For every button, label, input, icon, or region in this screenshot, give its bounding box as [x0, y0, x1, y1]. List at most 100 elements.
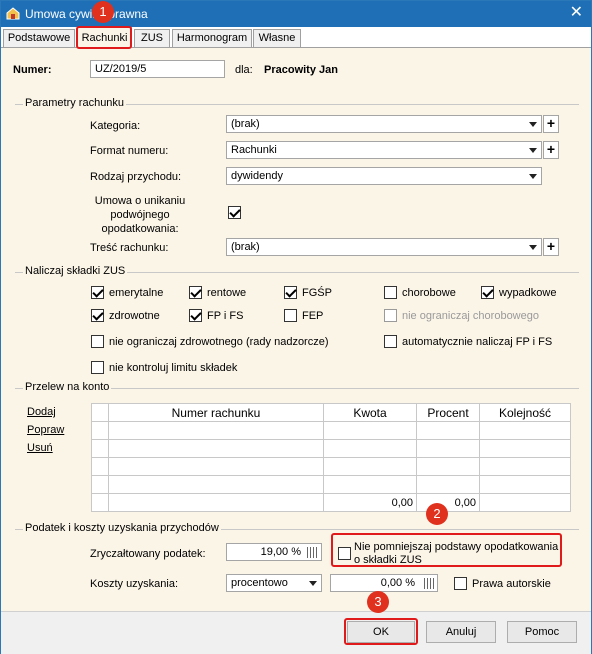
fep-label: FEP	[302, 310, 324, 322]
chevron-down-icon	[529, 245, 537, 250]
zdrowotne-checkbox[interactable]	[91, 309, 104, 322]
rodzaj-select[interactable]: dywidendy	[226, 167, 542, 185]
sum-kwota: 0,00	[323, 493, 417, 512]
podatek-group: Podatek i koszty uzyskania przychodów	[15, 522, 579, 534]
umowa-label: Umowa o unikaniu podwójnego opodatkowani…	[94, 195, 186, 235]
wypadkowe-label: wypadkowe	[499, 287, 557, 299]
chevron-down-icon	[309, 581, 317, 586]
highlight-nie-pomniejszaj	[331, 533, 562, 567]
przelew-group: Przelew na konto	[15, 381, 579, 393]
kategoria-value: (brak)	[231, 118, 260, 130]
tresc-select[interactable]: (brak)	[226, 238, 542, 256]
koszty-value-field[interactable]: 0,00 %	[330, 574, 438, 592]
params-group-title: Parametry rachunku	[23, 97, 127, 109]
highlight-ok-button	[344, 618, 418, 645]
auto-fp-fs-checkbox[interactable]	[384, 335, 397, 348]
format-add-button[interactable]: +	[543, 141, 559, 159]
przelew-group-title: Przelew na konto	[23, 381, 112, 393]
popraw-link[interactable]: Popraw	[27, 424, 64, 436]
nie-ograniczaj-chorobowego-checkbox[interactable]	[384, 309, 397, 322]
col-kwota[interactable]: Kwota	[323, 403, 417, 422]
tresc-label: Treść rachunku:	[90, 242, 169, 254]
col-numer-rachunku[interactable]: Numer rachunku	[108, 403, 324, 422]
fgsp-label: FGŚP	[302, 287, 332, 299]
calculator-icon[interactable]	[307, 547, 318, 558]
chevron-down-icon	[529, 122, 537, 127]
close-icon[interactable]: ✕	[570, 4, 583, 22]
table-row[interactable]	[91, 475, 571, 494]
dialog-window: Umowa cywilnoprawna ✕ Podstawowe Rachunk…	[0, 0, 592, 654]
row-indicator-header	[91, 403, 109, 422]
tab-podstawowe[interactable]: Podstawowe	[3, 29, 75, 47]
chorobowe-label: chorobowe	[402, 287, 456, 299]
kategoria-label: Kategoria:	[90, 120, 141, 132]
fp-fs-label: FP i FS	[207, 310, 244, 322]
format-select[interactable]: Rachunki	[226, 141, 542, 159]
podatek-group-title: Podatek i koszty uzyskania przychodów	[23, 522, 221, 534]
emerytalne-label: emerytalne	[109, 287, 164, 299]
zus-group: Naliczaj składki ZUS	[15, 265, 579, 277]
highlight-tab-rachunki	[76, 26, 132, 49]
window-title: Umowa cywilnoprawna	[25, 7, 148, 21]
fp-fs-checkbox[interactable]	[189, 309, 202, 322]
nie-kontroluj-limitu-label: nie kontroluj limitu składek	[109, 362, 238, 374]
fgsp-checkbox[interactable]	[284, 286, 297, 299]
zdrowotne-label: zdrowotne	[109, 310, 160, 322]
nie-ograniczaj-zdrowotnego-label: nie ograniczaj zdrowotnego (rady nadzorc…	[109, 336, 329, 348]
calculator-icon[interactable]	[424, 578, 435, 589]
koszty-type-value: procentowo	[231, 577, 288, 589]
nie-ograniczaj-chorobowego-label: nie ograniczaj chorobowego	[402, 310, 539, 322]
anuluj-button[interactable]: Anuluj	[426, 621, 496, 643]
kategoria-add-button[interactable]: +	[543, 115, 559, 133]
title-bar: Umowa cywilnoprawna ✕	[1, 1, 591, 27]
table-row[interactable]	[91, 421, 571, 440]
umowa-checkbox[interactable]	[228, 206, 241, 219]
dla-value: Pracowity Jan	[264, 64, 338, 76]
kategoria-select[interactable]: (brak)	[226, 115, 542, 133]
wypadkowe-checkbox[interactable]	[481, 286, 494, 299]
dla-label: dla:	[235, 64, 253, 76]
table-row[interactable]	[91, 457, 571, 476]
tab-zus[interactable]: ZUS	[134, 29, 170, 47]
tab-harmonogram[interactable]: Harmonogram	[172, 29, 252, 47]
emerytalne-checkbox[interactable]	[91, 286, 104, 299]
rodzaj-value: dywidendy	[231, 170, 283, 182]
fep-checkbox[interactable]	[284, 309, 297, 322]
chevron-down-icon	[529, 174, 537, 179]
chorobowe-checkbox[interactable]	[384, 286, 397, 299]
accounts-table: Numer rachunku Kwota Procent Kolejność 0…	[91, 403, 571, 512]
auto-fp-fs-label: automatycznie naliczaj FP i FS	[402, 336, 553, 348]
step-marker-2: 2	[426, 503, 448, 525]
rentowe-checkbox[interactable]	[189, 286, 202, 299]
usun-link[interactable]: Usuń	[27, 442, 53, 454]
tresc-value: (brak)	[231, 241, 260, 253]
pomoc-button[interactable]: Pomoc	[507, 621, 577, 643]
app-icon	[6, 7, 20, 20]
rentowe-label: rentowe	[207, 287, 247, 299]
col-kolejnosc[interactable]: Kolejność	[479, 403, 571, 422]
koszty-type-select[interactable]: procentowo	[226, 574, 322, 592]
format-value: Rachunki	[231, 144, 277, 156]
params-group: Parametry rachunku	[15, 97, 579, 109]
numer-field[interactable]: UZ/2019/5	[90, 60, 225, 78]
chevron-down-icon	[529, 148, 537, 153]
step-marker-3: 3	[367, 591, 389, 613]
nie-ograniczaj-zdrowotnego-checkbox[interactable]	[91, 335, 104, 348]
col-procent[interactable]: Procent	[416, 403, 480, 422]
table-header: Numer rachunku Kwota Procent Kolejność	[91, 403, 571, 422]
zryczaltowany-label: Zryczałtowany podatek:	[90, 548, 206, 560]
tab-wlasne[interactable]: Własne	[253, 29, 301, 47]
button-bar	[1, 611, 591, 654]
format-label: Format numeru:	[90, 145, 169, 157]
rodzaj-label: Rodzaj przychodu:	[90, 171, 182, 183]
koszty-label: Koszty uzyskania:	[90, 578, 179, 590]
numer-label: Numer:	[13, 64, 52, 76]
tresc-add-button[interactable]: +	[543, 238, 559, 256]
step-marker-1: 1	[92, 1, 114, 23]
zus-group-title: Naliczaj składki ZUS	[23, 265, 128, 277]
prawa-autorskie-checkbox[interactable]	[454, 577, 467, 590]
table-summary-row: 0,00 0,00	[91, 493, 571, 512]
nie-kontroluj-limitu-checkbox[interactable]	[91, 361, 104, 374]
table-row[interactable]	[91, 439, 571, 458]
dodaj-link[interactable]: Dodaj	[27, 406, 56, 418]
